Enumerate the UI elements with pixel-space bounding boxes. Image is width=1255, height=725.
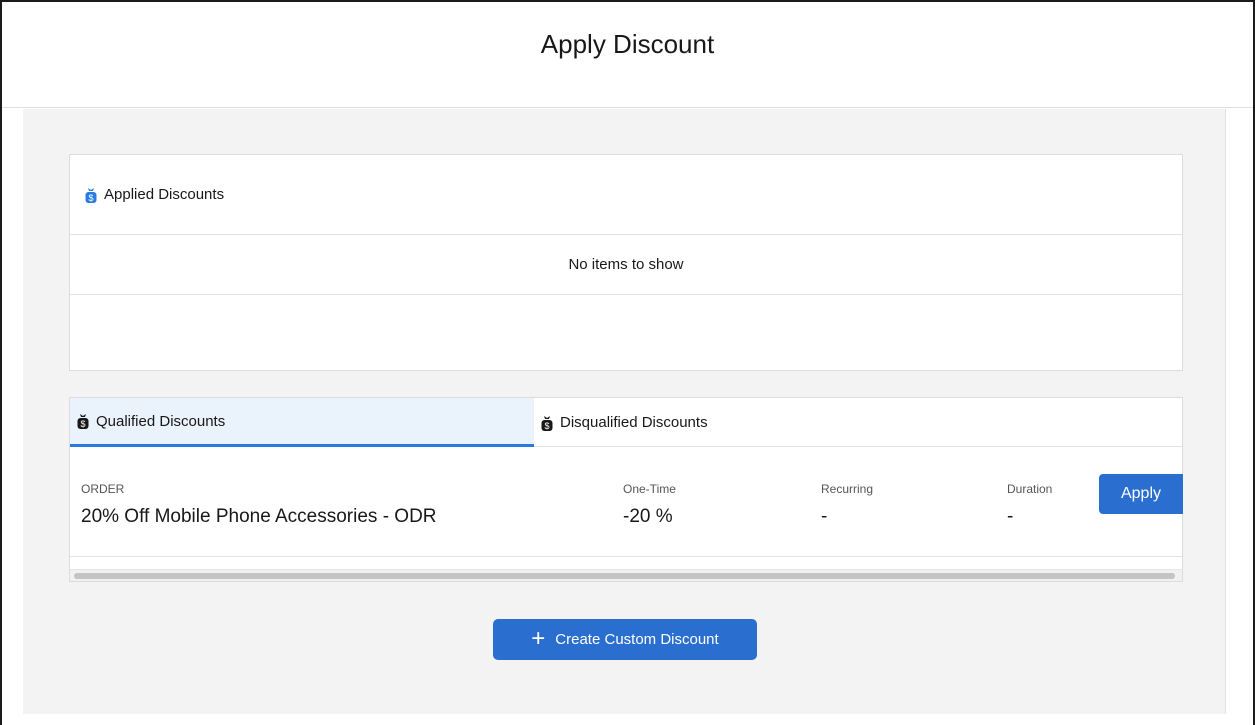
discount-row: ORDER 20% Off Mobile Phone Accessories -… bbox=[70, 447, 1183, 557]
applied-discounts-header: $ Applied Discounts bbox=[70, 155, 1182, 235]
tab-label: Disqualified Discounts bbox=[560, 414, 708, 431]
svg-text:$: $ bbox=[544, 421, 549, 431]
plus-icon: + bbox=[531, 624, 546, 652]
svg-text:$: $ bbox=[88, 193, 93, 203]
recurring-label: Recurring bbox=[821, 482, 874, 496]
tab-qualified-discounts[interactable]: $ Qualified Discounts bbox=[70, 398, 534, 447]
discount-type-label: ORDER bbox=[81, 482, 125, 496]
empty-state-row: No items to show bbox=[70, 235, 1182, 295]
applied-discounts-title: Applied Discounts bbox=[104, 186, 225, 203]
scrollbar-thumb[interactable] bbox=[74, 573, 1175, 579]
tab-disqualified-discounts[interactable]: $ Disqualified Discounts bbox=[534, 398, 708, 447]
modal-window: Apply Discount $ Applied Discounts No it… bbox=[0, 0, 1255, 725]
svg-text:$: $ bbox=[80, 419, 85, 429]
right-gutter bbox=[1227, 109, 1253, 714]
tab-bar: $ Qualified Discounts $ Disqualified Dis… bbox=[70, 398, 1182, 447]
duration-value: - bbox=[1007, 506, 1014, 527]
duration-label: Duration bbox=[1007, 482, 1053, 496]
one-time-value: -20 % bbox=[623, 506, 673, 527]
create-custom-discount-label: Create Custom Discount bbox=[555, 631, 719, 648]
empty-state-text: No items to show bbox=[568, 256, 684, 273]
horizontal-scrollbar[interactable] bbox=[70, 569, 1182, 581]
tab-label: Qualified Discounts bbox=[96, 412, 226, 430]
money-bag-icon: $ bbox=[84, 186, 98, 204]
modal-header: Apply Discount bbox=[2, 2, 1253, 108]
one-time-label: One-Time bbox=[623, 482, 676, 496]
applied-discounts-card: $ Applied Discounts No items to show bbox=[69, 154, 1183, 371]
money-bag-icon: $ bbox=[540, 414, 554, 432]
modal-title: Apply Discount bbox=[540, 29, 715, 59]
apply-button[interactable]: Apply bbox=[1099, 474, 1183, 514]
recurring-value: - bbox=[821, 506, 828, 527]
money-bag-icon: $ bbox=[76, 412, 90, 430]
discounts-tabs-card: $ Qualified Discounts $ Disqualified Dis… bbox=[69, 397, 1183, 582]
modal-body: $ Applied Discounts No items to show $ Q… bbox=[23, 109, 1226, 714]
discount-name: 20% Off Mobile Phone Accessories - ODR bbox=[81, 506, 437, 527]
create-custom-discount-button[interactable]: + Create Custom Discount bbox=[493, 619, 757, 660]
